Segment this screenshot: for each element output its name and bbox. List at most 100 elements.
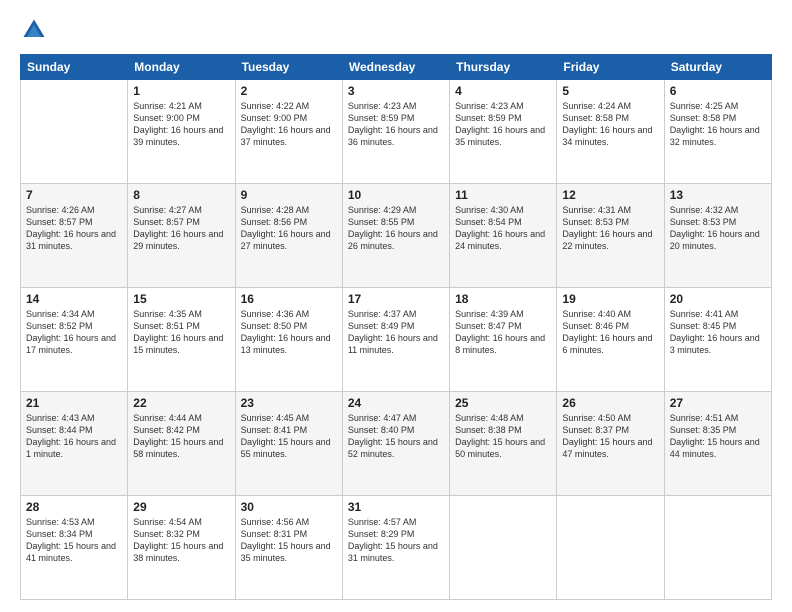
week-row-2: 14Sunrise: 4:34 AMSunset: 8:52 PMDayligh…	[21, 288, 772, 392]
col-header-sunday: Sunday	[21, 55, 128, 80]
cell-info: Sunrise: 4:47 AMSunset: 8:40 PMDaylight:…	[348, 412, 444, 461]
col-header-wednesday: Wednesday	[342, 55, 449, 80]
cell-info: Sunrise: 4:24 AMSunset: 8:58 PMDaylight:…	[562, 100, 658, 149]
day-number: 8	[133, 188, 229, 202]
cell-info: Sunrise: 4:39 AMSunset: 8:47 PMDaylight:…	[455, 308, 551, 357]
cell-info: Sunrise: 4:43 AMSunset: 8:44 PMDaylight:…	[26, 412, 122, 461]
cell-info: Sunrise: 4:53 AMSunset: 8:34 PMDaylight:…	[26, 516, 122, 565]
day-number: 18	[455, 292, 551, 306]
cell-2-5: 19 Sunrise: 4:40 AMSunset: 8:46 PMDayligh…	[557, 288, 664, 392]
cell-1-2: 9 Sunrise: 4:28 AMSunset: 8:56 PMDaylight…	[235, 184, 342, 288]
day-number: 25	[455, 396, 551, 410]
day-number: 27	[670, 396, 766, 410]
day-number: 5	[562, 84, 658, 98]
col-header-monday: Monday	[128, 55, 235, 80]
cell-0-4: 4 Sunrise: 4:23 AMSunset: 8:59 PMDaylight…	[450, 80, 557, 184]
cell-4-6	[664, 496, 771, 600]
cell-info: Sunrise: 4:23 AMSunset: 8:59 PMDaylight:…	[348, 100, 444, 149]
day-number: 26	[562, 396, 658, 410]
week-row-1: 7 Sunrise: 4:26 AMSunset: 8:57 PMDaylight…	[21, 184, 772, 288]
day-number: 9	[241, 188, 337, 202]
cell-2-6: 20 Sunrise: 4:41 AMSunset: 8:45 PMDayligh…	[664, 288, 771, 392]
cell-2-4: 18 Sunrise: 4:39 AMSunset: 8:47 PMDayligh…	[450, 288, 557, 392]
cell-0-3: 3 Sunrise: 4:23 AMSunset: 8:59 PMDaylight…	[342, 80, 449, 184]
day-number: 12	[562, 188, 658, 202]
cell-info: Sunrise: 4:50 AMSunset: 8:37 PMDaylight:…	[562, 412, 658, 461]
cell-2-1: 15 Sunrise: 4:35 AMSunset: 8:51 PMDayligh…	[128, 288, 235, 392]
day-number: 13	[670, 188, 766, 202]
cell-info: Sunrise: 4:28 AMSunset: 8:56 PMDaylight:…	[241, 204, 337, 253]
cell-4-5	[557, 496, 664, 600]
cell-info: Sunrise: 4:27 AMSunset: 8:57 PMDaylight:…	[133, 204, 229, 253]
cell-info: Sunrise: 4:21 AMSunset: 9:00 PMDaylight:…	[133, 100, 229, 149]
day-number: 24	[348, 396, 444, 410]
day-number: 23	[241, 396, 337, 410]
day-number: 10	[348, 188, 444, 202]
cell-info: Sunrise: 4:51 AMSunset: 8:35 PMDaylight:…	[670, 412, 766, 461]
week-row-4: 28Sunrise: 4:53 AMSunset: 8:34 PMDayligh…	[21, 496, 772, 600]
cell-info: Sunrise: 4:35 AMSunset: 8:51 PMDaylight:…	[133, 308, 229, 357]
cell-1-5: 12 Sunrise: 4:31 AMSunset: 8:53 PMDayligh…	[557, 184, 664, 288]
day-number: 19	[562, 292, 658, 306]
cell-2-2: 16 Sunrise: 4:36 AMSunset: 8:50 PMDayligh…	[235, 288, 342, 392]
cell-info: Sunrise: 4:31 AMSunset: 8:53 PMDaylight:…	[562, 204, 658, 253]
cell-3-1: 22Sunrise: 4:44 AMSunset: 8:42 PMDayligh…	[128, 392, 235, 496]
week-row-3: 21Sunrise: 4:43 AMSunset: 8:44 PMDayligh…	[21, 392, 772, 496]
day-number: 11	[455, 188, 551, 202]
cell-0-2: 2Sunrise: 4:22 AMSunset: 9:00 PMDaylight…	[235, 80, 342, 184]
cell-info: Sunrise: 4:57 AMSunset: 8:29 PMDaylight:…	[348, 516, 444, 565]
day-number: 17	[348, 292, 444, 306]
cell-info: Sunrise: 4:36 AMSunset: 8:50 PMDaylight:…	[241, 308, 337, 357]
week-row-0: 1Sunrise: 4:21 AMSunset: 9:00 PMDaylight…	[21, 80, 772, 184]
cell-info: Sunrise: 4:34 AMSunset: 8:52 PMDaylight:…	[26, 308, 122, 357]
cell-4-3: 31Sunrise: 4:57 AMSunset: 8:29 PMDayligh…	[342, 496, 449, 600]
cell-0-5: 5 Sunrise: 4:24 AMSunset: 8:58 PMDaylight…	[557, 80, 664, 184]
calendar-table: SundayMondayTuesdayWednesdayThursdayFrid…	[20, 54, 772, 600]
cell-info: Sunrise: 4:45 AMSunset: 8:41 PMDaylight:…	[241, 412, 337, 461]
cell-0-1: 1Sunrise: 4:21 AMSunset: 9:00 PMDaylight…	[128, 80, 235, 184]
col-header-friday: Friday	[557, 55, 664, 80]
cell-3-0: 21Sunrise: 4:43 AMSunset: 8:44 PMDayligh…	[21, 392, 128, 496]
cell-info: Sunrise: 4:41 AMSunset: 8:45 PMDaylight:…	[670, 308, 766, 357]
cell-info: Sunrise: 4:32 AMSunset: 8:53 PMDaylight:…	[670, 204, 766, 253]
cell-3-4: 25 Sunrise: 4:48 AMSunset: 8:38 PMDayligh…	[450, 392, 557, 496]
day-number: 30	[241, 500, 337, 514]
cell-3-6: 27 Sunrise: 4:51 AMSunset: 8:35 PMDayligh…	[664, 392, 771, 496]
cell-info: Sunrise: 4:23 AMSunset: 8:59 PMDaylight:…	[455, 100, 551, 149]
day-number: 22	[133, 396, 229, 410]
cell-4-4	[450, 496, 557, 600]
day-number: 6	[670, 84, 766, 98]
cell-0-0	[21, 80, 128, 184]
cell-info: Sunrise: 4:29 AMSunset: 8:55 PMDaylight:…	[348, 204, 444, 253]
day-number: 15	[133, 292, 229, 306]
cell-3-3: 24 Sunrise: 4:47 AMSunset: 8:40 PMDayligh…	[342, 392, 449, 496]
cell-info: Sunrise: 4:54 AMSunset: 8:32 PMDaylight:…	[133, 516, 229, 565]
day-number: 4	[455, 84, 551, 98]
cell-0-6: 6 Sunrise: 4:25 AMSunset: 8:58 PMDaylight…	[664, 80, 771, 184]
cell-info: Sunrise: 4:37 AMSunset: 8:49 PMDaylight:…	[348, 308, 444, 357]
header-row: SundayMondayTuesdayWednesdayThursdayFrid…	[21, 55, 772, 80]
col-header-tuesday: Tuesday	[235, 55, 342, 80]
day-number: 16	[241, 292, 337, 306]
cell-info: Sunrise: 4:48 AMSunset: 8:38 PMDaylight:…	[455, 412, 551, 461]
day-number: 2	[241, 84, 337, 98]
logo	[20, 16, 52, 44]
cell-3-2: 23 Sunrise: 4:45 AMSunset: 8:41 PMDayligh…	[235, 392, 342, 496]
col-header-saturday: Saturday	[664, 55, 771, 80]
day-number: 29	[133, 500, 229, 514]
page: SundayMondayTuesdayWednesdayThursdayFrid…	[0, 0, 792, 612]
day-number: 20	[670, 292, 766, 306]
cell-info: Sunrise: 4:56 AMSunset: 8:31 PMDaylight:…	[241, 516, 337, 565]
cell-info: Sunrise: 4:40 AMSunset: 8:46 PMDaylight:…	[562, 308, 658, 357]
cell-1-0: 7 Sunrise: 4:26 AMSunset: 8:57 PMDaylight…	[21, 184, 128, 288]
cell-info: Sunrise: 4:26 AMSunset: 8:57 PMDaylight:…	[26, 204, 122, 253]
cell-1-6: 13 Sunrise: 4:32 AMSunset: 8:53 PMDayligh…	[664, 184, 771, 288]
logo-icon	[20, 16, 48, 44]
cell-info: Sunrise: 4:25 AMSunset: 8:58 PMDaylight:…	[670, 100, 766, 149]
cell-4-2: 30 Sunrise: 4:56 AMSunset: 8:31 PMDayligh…	[235, 496, 342, 600]
cell-1-1: 8 Sunrise: 4:27 AMSunset: 8:57 PMDaylight…	[128, 184, 235, 288]
col-header-thursday: Thursday	[450, 55, 557, 80]
day-number: 7	[26, 188, 122, 202]
cell-2-0: 14Sunrise: 4:34 AMSunset: 8:52 PMDayligh…	[21, 288, 128, 392]
day-number: 3	[348, 84, 444, 98]
